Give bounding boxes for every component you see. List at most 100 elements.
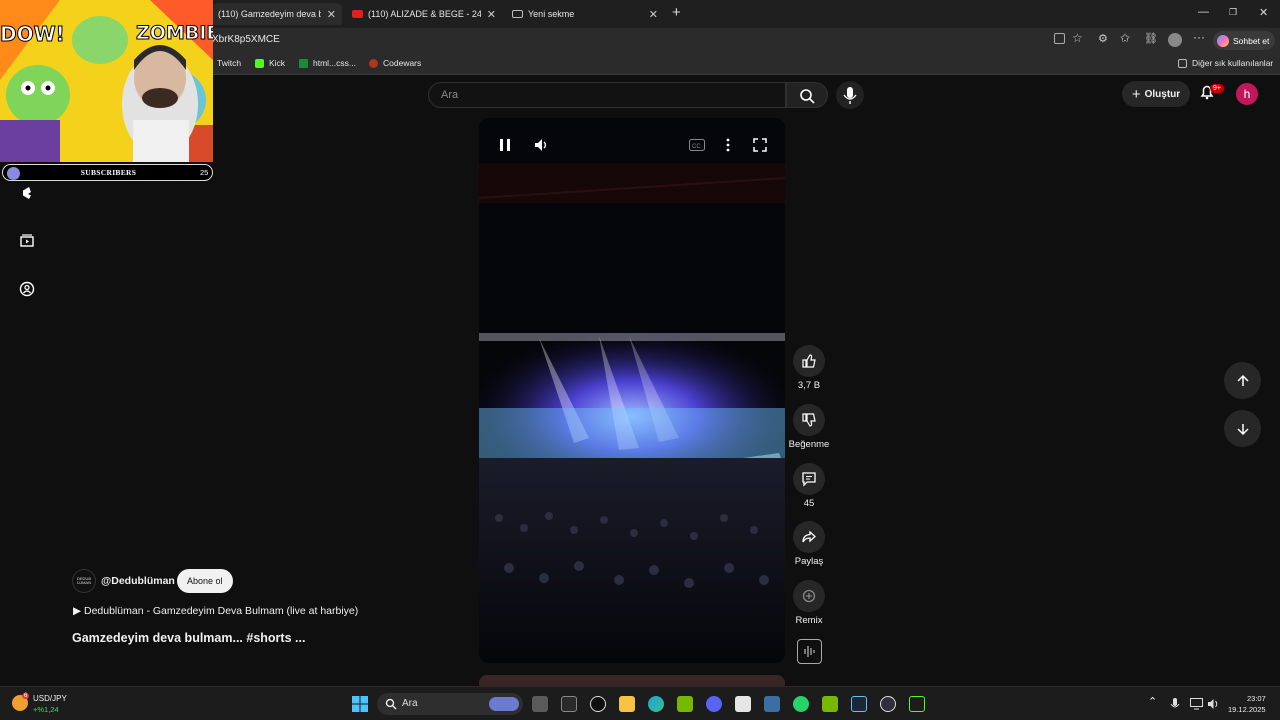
- copilot-chat-button[interactable]: Sohbet et: [1213, 31, 1275, 50]
- kick-app-icon[interactable]: [909, 696, 925, 712]
- clock-date[interactable]: 19.12.2025: [1228, 705, 1266, 714]
- share-link-icon[interactable]: ⛓: [1144, 32, 1158, 45]
- create-label: Oluştur: [1144, 88, 1181, 100]
- bookmark-label: Codewars: [383, 58, 422, 68]
- share-arrow-icon: [802, 530, 816, 543]
- tab-new[interactable]: Yeni sekme ✕: [506, 3, 664, 25]
- bookmark-codewars[interactable]: Codewars: [369, 58, 421, 68]
- share-button[interactable]: [793, 521, 825, 553]
- ticker-symbol[interactable]: USD/JPY: [33, 694, 67, 703]
- task-view-icon[interactable]: [532, 696, 548, 712]
- app-icon[interactable]: [561, 696, 577, 712]
- taskbar-search[interactable]: Ara: [377, 693, 523, 715]
- ticker-change: +%1,24: [33, 705, 59, 714]
- w3-icon: [299, 58, 308, 68]
- whatsapp-icon[interactable]: [793, 696, 809, 712]
- arrow-up-icon: [1236, 374, 1249, 386]
- tab-title: Yeni sekme: [528, 9, 575, 19]
- search-button[interactable]: [786, 82, 828, 108]
- like-button[interactable]: [793, 345, 825, 377]
- dislike-button[interactable]: [793, 404, 825, 436]
- more-options-icon[interactable]: [725, 138, 731, 152]
- close-tab-icon[interactable]: ✕: [487, 8, 496, 21]
- closed-captions-icon[interactable]: CC: [689, 139, 705, 151]
- microphone-icon[interactable]: [1170, 698, 1180, 711]
- app-available-icon[interactable]: [1054, 33, 1065, 44]
- sound-button[interactable]: [797, 639, 822, 664]
- volume-icon[interactable]: [534, 138, 550, 152]
- subscribers-count: 25: [200, 168, 209, 177]
- profile-icon[interactable]: [1168, 33, 1182, 47]
- channel-name[interactable]: @Dedublüman: [101, 575, 175, 587]
- channel-avatar[interactable]: DEDUB LÜMAN: [72, 569, 96, 593]
- app-icon[interactable]: [735, 696, 751, 712]
- thumbs-down-icon: [802, 413, 816, 427]
- short-title[interactable]: Gamzedeyim deva bulmam... #shorts ...: [72, 631, 305, 645]
- url-field[interactable]: XbrK8p5XMCE: [212, 34, 280, 45]
- tab-alizade[interactable]: (110) ALIZADE & BEGE - 24/7 (Offi ✕: [346, 3, 502, 25]
- favorites-icon[interactable]: ✩: [1120, 31, 1130, 45]
- arrow-down-icon: [1236, 423, 1249, 435]
- banner-right-text: ZOMBIE!: [135, 22, 213, 45]
- comments-button[interactable]: [793, 463, 825, 495]
- nvidia-icon[interactable]: [677, 696, 693, 712]
- music-link[interactable]: ▶ Dedublüman - Gamzedeyim Deva Bulmam (l…: [73, 605, 358, 617]
- bookmark-twitch[interactable]: Twitch: [217, 58, 241, 68]
- nvidia-app-icon[interactable]: [822, 696, 838, 712]
- search-highlight-icon: [489, 697, 519, 711]
- edge-browser-icon[interactable]: [648, 696, 664, 712]
- extensions-icon[interactable]: ⚙: [1098, 32, 1108, 45]
- close-tab-icon[interactable]: ✕: [649, 8, 658, 21]
- bookmark-kick[interactable]: Kick: [255, 58, 285, 68]
- network-app-icon[interactable]: [764, 696, 780, 712]
- search-icon: [385, 698, 397, 710]
- display-icon[interactable]: [1190, 698, 1203, 710]
- favorite-star-icon[interactable]: ☆: [1072, 31, 1083, 45]
- chat-label: Sohbet et: [1233, 35, 1270, 46]
- tab-youtube-short[interactable]: (110) Gamzedeyim deva bulmam ✕: [212, 3, 342, 25]
- tab-title: (110) ALIZADE & BEGE - 24/7 (Offi: [368, 9, 481, 19]
- fullscreen-icon[interactable]: [753, 138, 767, 152]
- subscribe-button[interactable]: Abone ol: [177, 569, 233, 593]
- weather-badge: 6: [22, 693, 30, 699]
- share-label: Paylaş: [794, 556, 824, 567]
- show-hidden-icons[interactable]: ⌃: [1148, 695, 1157, 708]
- youtube-favicon-icon: [352, 10, 363, 18]
- bookmark-html-css[interactable]: html...css...: [299, 58, 356, 68]
- webcam-overlay: DOW! ZOMBIE!: [0, 0, 213, 162]
- steam-icon[interactable]: [851, 696, 867, 712]
- subscriptions-icon[interactable]: [19, 233, 35, 249]
- window-close-icon[interactable]: ✕: [1259, 6, 1268, 19]
- create-button[interactable]: + Oluştur: [1122, 81, 1190, 107]
- you-profile-icon[interactable]: [19, 281, 35, 297]
- comment-icon: [802, 472, 816, 487]
- shorts-video-player[interactable]: CC: [479, 118, 785, 663]
- speaker-icon[interactable]: [1207, 698, 1220, 710]
- windows-start-icon[interactable]: [352, 696, 368, 712]
- taskbar-search-label: Ara: [402, 698, 418, 709]
- other-bookmarks[interactable]: Diğer sık kullanılanlar: [1178, 58, 1273, 68]
- discord-icon[interactable]: [706, 696, 722, 712]
- subscribers-label: SUBSCRIBERS: [80, 168, 137, 177]
- close-tab-icon[interactable]: ✕: [327, 8, 336, 21]
- concert-video-frame: [479, 118, 785, 663]
- file-explorer-icon[interactable]: [619, 696, 635, 712]
- clock-time[interactable]: 23:07: [1247, 694, 1266, 703]
- previous-short-button[interactable]: [1224, 362, 1261, 399]
- banner-left-text: DOW!: [0, 22, 65, 47]
- bookmark-label: Diğer sık kullanılanlar: [1192, 58, 1274, 68]
- minimize-icon[interactable]: —: [1198, 6, 1209, 18]
- chatgpt-icon[interactable]: [590, 696, 606, 712]
- remix-button[interactable]: [793, 580, 825, 612]
- next-short-button[interactable]: [1224, 410, 1261, 447]
- restore-icon[interactable]: ❐: [1229, 7, 1237, 18]
- voice-search-button[interactable]: [836, 81, 864, 109]
- pause-icon[interactable]: [498, 138, 512, 152]
- kick-icon: [255, 58, 264, 68]
- obs-icon[interactable]: [880, 696, 896, 712]
- new-tab-button[interactable]: +: [672, 4, 681, 21]
- account-avatar[interactable]: h: [1236, 83, 1258, 105]
- shorts-icon[interactable]: [19, 185, 35, 201]
- more-menu-icon[interactable]: ···: [1193, 30, 1205, 44]
- search-input[interactable]: Ara: [428, 82, 786, 108]
